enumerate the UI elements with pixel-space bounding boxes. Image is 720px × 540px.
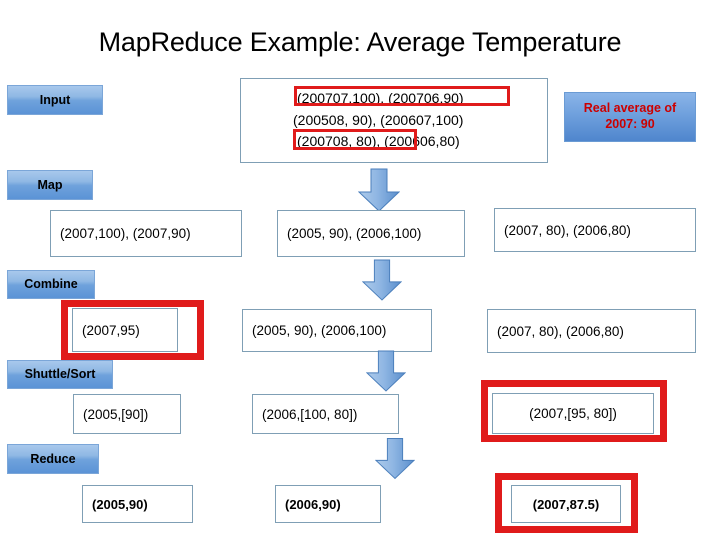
arrow-shuttle-to-reduce (375, 437, 415, 480)
highlight-shuttle-box-3 (481, 380, 667, 442)
stage-chip-combine-label: Combine (24, 277, 78, 292)
stage-chip-input-label: Input (39, 92, 71, 107)
real-average-line-1: Real average of (583, 101, 677, 116)
shuttle-box-1-text: (2005,[90]) (83, 406, 149, 422)
stage-chip-input[interactable]: Input (7, 85, 103, 115)
highlight-reduce-box-3 (495, 473, 638, 533)
combine-box-3-text: (2007, 80), (2006,80) (497, 323, 624, 339)
map-box-3-text: (2007, 80), (2006,80) (504, 222, 631, 238)
input-line-2: (200508, 90), (200607,100) (293, 112, 464, 128)
reduce-box-1[interactable]: (2005,90) (82, 485, 193, 523)
stage-chip-map[interactable]: Map (7, 170, 93, 200)
map-box-2[interactable]: (2005, 90), (2006,100) (277, 210, 465, 257)
shuttle-box-2-text: (2006,[100, 80]) (262, 406, 358, 422)
arrow-input-to-map (358, 168, 400, 212)
page-title: MapReduce Example: Average Temperature (98, 27, 622, 57)
map-box-2-text: (2005, 90), (2006,100) (287, 226, 422, 241)
stage-chip-shuttle-sort[interactable]: Shuttle/Sort (7, 360, 113, 389)
arrow-combine-to-shuttle (366, 350, 406, 392)
shuttle-box-1[interactable]: (2005,[90]) (73, 394, 181, 434)
highlight-input-line-1 (294, 86, 510, 106)
highlight-input-line-3 (293, 129, 417, 150)
stage-chip-combine[interactable]: Combine (7, 270, 95, 299)
real-average-line-2: 2007: 90 (605, 117, 655, 131)
map-box-1-text: (2007,100), (2007,90) (60, 226, 191, 241)
map-box-3[interactable]: (2007, 80), (2006,80) (494, 208, 696, 252)
shuttle-box-2[interactable]: (2006,[100, 80]) (252, 394, 399, 434)
stage-chip-reduce-label: Reduce (30, 451, 76, 466)
combine-box-2-text: (2005, 90), (2006,100) (252, 323, 387, 338)
arrow-map-to-combine (362, 258, 402, 302)
stage-chip-map-label: Map (37, 177, 63, 192)
map-box-1[interactable]: (2007,100), (2007,90) (50, 210, 242, 257)
stage-chip-reduce[interactable]: Reduce (7, 444, 99, 474)
reduce-box-2[interactable]: (2006,90) (275, 485, 381, 523)
highlight-combine-box-1 (61, 300, 204, 360)
combine-box-2[interactable]: (2005, 90), (2006,100) (242, 309, 432, 352)
reduce-box-2-text: (2006,90) (285, 496, 341, 512)
reduce-box-1-text: (2005,90) (92, 496, 148, 512)
stage-chip-shuttle-sort-label: Shuttle/Sort (24, 367, 96, 382)
real-average-callout: Real average of 2007: 90 (564, 92, 696, 142)
slide-canvas: MapReduce Example: Average Temperature I… (0, 0, 720, 540)
combine-box-3[interactable]: (2007, 80), (2006,80) (487, 309, 696, 353)
